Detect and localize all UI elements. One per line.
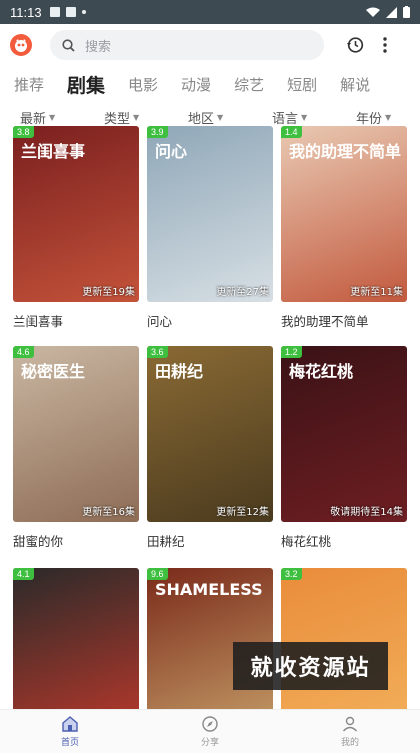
video-card[interactable]: 4.6 秘密医生更新至16集甜蜜的你: [13, 346, 139, 550]
filter-label: 语言: [272, 111, 299, 127]
score-badge: 3.2: [281, 568, 302, 580]
video-title[interactable]: 问心: [147, 311, 273, 330]
nav-home[interactable]: 首页: [0, 710, 140, 753]
score-badge: 1.2: [281, 346, 302, 358]
filter-label: 最新: [20, 111, 47, 127]
nav-label: 分享: [200, 738, 219, 748]
episode-update-label: 更新至11集: [350, 287, 403, 298]
poster-title-art: 问心: [155, 142, 188, 161]
video-title[interactable]: 田耕纪: [147, 531, 273, 550]
nav-profile[interactable]: 我的: [280, 710, 420, 753]
chevron-down-icon: ▼: [217, 112, 224, 122]
notification-icon: [81, 10, 86, 14]
battery-icon: [403, 6, 410, 18]
user-icon: [341, 715, 359, 733]
filter-label: 地区: [188, 111, 215, 127]
chevron-down-icon: ▼: [49, 112, 56, 122]
nav-share[interactable]: 分享: [140, 710, 280, 753]
poster-title-art: 梅花红桃: [289, 362, 354, 381]
tab-series[interactable]: 剧集: [67, 71, 105, 98]
episode-update-label: 更新至19集: [82, 287, 135, 298]
poster-title-art: 秘密医生: [21, 362, 86, 381]
app-logo[interactable]: [10, 34, 32, 56]
status-time: 11:13: [10, 4, 42, 20]
filter-language[interactable]: 语言 ▼: [272, 108, 356, 127]
home-icon: [61, 715, 79, 733]
wifi-icon: [366, 7, 380, 17]
tab-short-drama[interactable]: 短剧: [287, 74, 317, 95]
poster-image[interactable]: 1.4 我的助理不简单更新至11集: [281, 126, 407, 302]
chevron-down-icon: ▼: [385, 112, 392, 122]
tab-anime[interactable]: 动漫: [181, 74, 211, 95]
history-icon[interactable]: [346, 36, 364, 54]
video-card[interactable]: 3.6 田耕纪 更新至12集 田耕纪: [147, 346, 273, 550]
poster-image[interactable]: 3.8 兰闺喜事更新至19集: [13, 126, 139, 302]
app-logo-icon: [15, 39, 27, 52]
signal-icon: [386, 6, 397, 18]
tab-variety[interactable]: 综艺: [234, 74, 264, 95]
episode-update-label: 更新至12集: [216, 507, 269, 518]
video-title[interactable]: 梅花红桃: [281, 531, 407, 550]
score-badge: 1.4: [281, 126, 302, 138]
filter-year[interactable]: 年份 ▼: [356, 108, 391, 127]
tab-recommend[interactable]: 推荐: [14, 74, 44, 95]
nav-label: 首页: [60, 738, 79, 748]
nav-label: 我的: [340, 738, 359, 748]
video-title[interactable]: 我的助理不简单: [281, 311, 407, 330]
video-card[interactable]: 3.8 兰闺喜事 更新至19集 兰闺喜事: [13, 126, 139, 330]
poster-title-art: SHAMELESS: [155, 580, 263, 599]
score-badge: 4.1: [13, 568, 34, 580]
category-tabs: 推荐 剧集 电影 动漫 综艺 短剧 解说: [0, 66, 420, 102]
watermark: 就收资源站: [233, 642, 388, 690]
search-bar[interactable]: 搜索: [50, 30, 324, 60]
notification-icon: [49, 7, 60, 17]
video-title[interactable]: 兰闺喜事: [13, 311, 139, 330]
poster-title-art: 田耕纪: [155, 362, 204, 381]
more-menu-icon[interactable]: [382, 36, 388, 54]
chevron-down-icon: ▼: [301, 112, 308, 122]
score-badge: 4.6: [13, 346, 34, 358]
poster-image[interactable]: 3.6 田耕纪更新至12集: [147, 346, 273, 522]
status-bar: 11:13: [0, 0, 420, 24]
episode-update-label: 敬请期待至14集: [330, 507, 403, 518]
search-icon: [62, 38, 75, 52]
bottom-nav: 首页 分享 我的: [0, 709, 420, 753]
filter-region[interactable]: 地区 ▼: [188, 108, 272, 127]
tab-commentary[interactable]: 解说: [340, 74, 370, 95]
search-placeholder: 搜索: [85, 39, 112, 55]
video-card[interactable]: 3.9 问心 更新至27集 问心: [147, 126, 273, 330]
poster-image[interactable]: 4.6 秘密医生更新至16集: [13, 346, 139, 522]
notification-icon: [65, 7, 76, 17]
video-title[interactable]: 甜蜜的你: [13, 531, 139, 550]
filter-label: 类型: [104, 111, 131, 127]
video-card[interactable]: 1.2 梅花红桃 敬请期待至14集 梅花红桃: [281, 346, 407, 550]
video-card[interactable]: 1.4 我的助理不简单 更新至11集 我的助理不简单: [281, 126, 407, 330]
score-badge: 3.6: [147, 346, 168, 358]
episode-update-label: 更新至27集: [216, 287, 269, 298]
top-bar: 搜索: [0, 24, 420, 66]
compass-icon: [201, 715, 219, 733]
poster-title-art: 兰闺喜事: [21, 142, 86, 161]
episode-update-label: 更新至16集: [82, 507, 135, 518]
app-screen: 11:13 搜索 推荐 剧集 电影 动漫 综艺 短剧 解说 最新 ▼ 类型 ▼ …: [0, 0, 420, 753]
filter-genre[interactable]: 类型 ▼: [104, 108, 188, 127]
score-badge: 9.6: [147, 568, 168, 580]
poster-image[interactable]: 3.9 问心更新至27集: [147, 126, 273, 302]
chevron-down-icon: ▼: [133, 112, 140, 122]
filter-label: 年份: [356, 111, 383, 127]
poster-title-art: 我的助理不简单: [289, 142, 402, 161]
score-badge: 3.9: [147, 126, 168, 138]
tab-movies[interactable]: 电影: [128, 74, 158, 95]
score-badge: 3.8: [13, 126, 34, 138]
poster-image[interactable]: 1.2 梅花红桃敬请期待至14集: [281, 346, 407, 522]
filter-sort[interactable]: 最新 ▼: [20, 108, 104, 127]
